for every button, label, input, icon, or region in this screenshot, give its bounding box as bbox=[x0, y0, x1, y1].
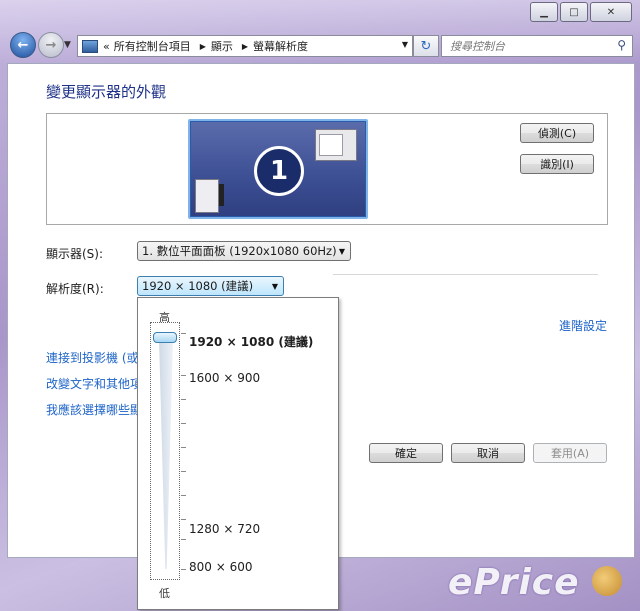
slider-tick bbox=[181, 539, 186, 540]
control-panel-icon bbox=[82, 39, 98, 53]
display-select-value: 1. 數位平面面板 (1920x1080 60Hz) bbox=[142, 244, 337, 258]
slider-tick bbox=[181, 495, 186, 496]
monitor-thumbnail[interactable]: 1 bbox=[188, 119, 368, 219]
slider-tick bbox=[181, 447, 186, 448]
which-settings-help-link[interactable]: 我應該選擇哪些顯 bbox=[46, 401, 142, 418]
search-box: ⚲ bbox=[441, 35, 633, 57]
close-icon: ✕ bbox=[606, 6, 616, 18]
ok-button[interactable]: 確定 bbox=[369, 443, 443, 463]
address-bar[interactable]: « 所有控制台項目 ▶ 顯示 ▶ 螢幕解析度 ▼ bbox=[77, 35, 413, 57]
chevron-right-icon[interactable]: ▶ bbox=[242, 42, 248, 51]
resolution-slider[interactable] bbox=[150, 322, 186, 580]
caption-buttons: ▁ □ ✕ bbox=[530, 2, 632, 22]
maximize-icon: □ bbox=[569, 6, 579, 18]
desktop-window-icon bbox=[195, 179, 224, 213]
resolution-option[interactable]: 1600 × 900 bbox=[189, 371, 260, 385]
breadcrumb-all-control-panel-items[interactable]: 所有控制台項目 bbox=[114, 38, 191, 54]
slider-tick bbox=[181, 333, 186, 334]
slider-tick bbox=[181, 375, 186, 376]
display-select[interactable]: 1. 數位平面面板 (1920x1080 60Hz) ▼ bbox=[137, 241, 351, 261]
minimize-icon: ▁ bbox=[540, 6, 548, 18]
breadcrumb-screen-resolution[interactable]: 螢幕解析度 bbox=[253, 38, 308, 54]
slider-tick bbox=[181, 519, 186, 520]
refresh-button[interactable]: ↻ bbox=[413, 35, 439, 57]
advanced-settings-link[interactable]: 進階設定 bbox=[559, 317, 607, 334]
apply-button[interactable]: 套用(A) bbox=[533, 443, 607, 463]
resolution-option[interactable]: 800 × 600 bbox=[189, 560, 253, 574]
breadcrumb-display[interactable]: 顯示 bbox=[211, 38, 233, 54]
eprice-watermark: ePrice bbox=[448, 562, 580, 603]
resolution-select[interactable]: 1920 × 1080 (建議) ▼ bbox=[137, 276, 284, 296]
resolution-select-value: 1920 × 1080 (建議) bbox=[142, 279, 254, 293]
display-label: 顯示器(S): bbox=[46, 247, 104, 261]
chevron-down-icon: ▼ bbox=[271, 282, 278, 291]
resolution-option[interactable]: 1280 × 720 bbox=[189, 522, 260, 536]
slider-tick bbox=[181, 423, 186, 424]
connect-projector-link[interactable]: 連接到投影機 (或 bbox=[46, 349, 139, 366]
divider bbox=[333, 274, 598, 275]
breadcrumb-overflow[interactable]: « bbox=[103, 40, 110, 53]
eprice-mascot-icon bbox=[592, 566, 622, 596]
back-button[interactable]: ← bbox=[10, 32, 36, 58]
resolution-option[interactable]: 1920 × 1080 (建議) bbox=[189, 333, 313, 350]
resolution-label: 解析度(R): bbox=[46, 282, 104, 296]
close-button[interactable]: ✕ bbox=[590, 2, 632, 22]
slider-wedge bbox=[159, 339, 173, 569]
minimize-button[interactable]: ▁ bbox=[530, 2, 558, 22]
arrow-left-icon: ← bbox=[17, 37, 29, 53]
maximize-button[interactable]: □ bbox=[560, 2, 588, 22]
chevron-right-icon[interactable]: ▶ bbox=[200, 42, 206, 51]
slider-thumb[interactable] bbox=[153, 332, 177, 343]
page-title: 變更顯示器的外觀 bbox=[46, 83, 167, 101]
monitor-number-badge: 1 bbox=[254, 146, 304, 196]
text-size-link[interactable]: 改變文字和其他項 bbox=[46, 375, 142, 392]
chevron-down-icon: ▼ bbox=[338, 247, 345, 256]
arrow-right-icon: → bbox=[45, 37, 57, 53]
slider-low-label: 低 bbox=[159, 587, 170, 600]
navigation-bar: ← → ▼ « 所有控制台項目 ▶ 顯示 ▶ 螢幕解析度 ▼ ↻ ⚲ bbox=[0, 30, 640, 60]
identify-button[interactable]: 識別(I) bbox=[520, 154, 594, 174]
search-icon[interactable]: ⚲ bbox=[617, 38, 626, 52]
detect-button[interactable]: 偵測(C) bbox=[520, 123, 594, 143]
display-preview: 1 偵測(C) 識別(I) bbox=[46, 113, 608, 225]
refresh-icon: ↻ bbox=[420, 38, 432, 54]
desktop-window-icon bbox=[315, 129, 357, 161]
recent-pages-dropdown[interactable]: ▼ bbox=[64, 40, 71, 50]
chevron-down-icon[interactable]: ▼ bbox=[402, 40, 408, 49]
search-input[interactable] bbox=[448, 38, 612, 54]
forward-button[interactable]: → bbox=[38, 32, 64, 58]
resolution-dropdown: 高 低 1920 × 1080 (建議) 1600 × 900 1280 × 7… bbox=[137, 297, 339, 610]
slider-tick bbox=[181, 471, 186, 472]
cancel-button[interactable]: 取消 bbox=[451, 443, 525, 463]
slider-tick bbox=[181, 399, 186, 400]
slider-tick bbox=[181, 569, 186, 570]
